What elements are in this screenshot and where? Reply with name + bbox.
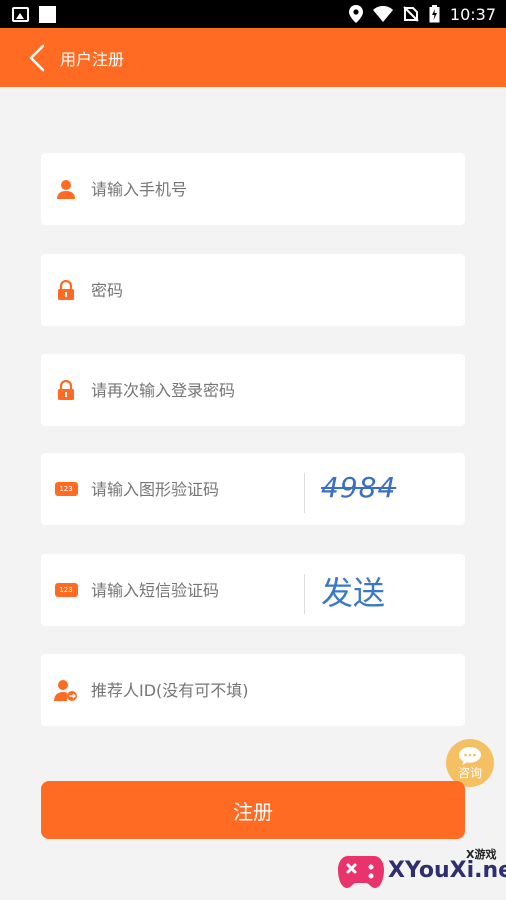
- chevron-left-icon: [29, 44, 45, 71]
- password-field-row: [41, 254, 465, 326]
- register-button[interactable]: 注册: [41, 781, 465, 839]
- wifi-icon: [372, 6, 393, 22]
- number-code-icon: 123: [54, 477, 78, 501]
- referrer-field-row: [41, 654, 465, 726]
- phone-field-row: [41, 153, 465, 225]
- notification-square-icon: [39, 5, 56, 23]
- divider: [304, 574, 305, 614]
- captcha-input[interactable]: [91, 479, 261, 499]
- back-button[interactable]: [12, 28, 62, 87]
- sms-code-field-row: 123 发送: [41, 554, 465, 626]
- battery-charging-icon: [429, 5, 440, 23]
- password-input[interactable]: [91, 280, 291, 300]
- page-title: 用户注册: [60, 49, 125, 69]
- referrer-input[interactable]: [91, 680, 291, 700]
- confirm-password-field-row: [41, 354, 465, 426]
- status-bar: 10:37: [0, 0, 506, 28]
- watermark-brand: XYouXi.net: [388, 858, 506, 883]
- chat-bubble-icon: [459, 746, 481, 765]
- user-icon: [54, 177, 78, 201]
- app-bar: 用户注册: [0, 28, 506, 87]
- referrer-user-icon: [54, 678, 78, 702]
- sms-code-input[interactable]: [91, 580, 261, 600]
- lock-icon: [54, 278, 78, 302]
- consult-label: 咨询: [457, 765, 482, 780]
- no-sim-icon: [403, 6, 419, 22]
- location-icon: [348, 5, 363, 23]
- status-time: 10:37: [449, 4, 496, 24]
- lock-icon: [54, 378, 78, 402]
- captcha-field-row: 123 4984: [41, 453, 465, 525]
- number-code-icon: 123: [54, 578, 78, 602]
- captcha-image[interactable]: 4984: [321, 471, 396, 504]
- consult-button[interactable]: 咨询: [446, 739, 494, 787]
- send-code-button[interactable]: 发送: [321, 568, 385, 614]
- confirm-password-input[interactable]: [91, 380, 291, 400]
- gamepad-logo-icon: [338, 856, 384, 888]
- phone-input[interactable]: [91, 179, 291, 199]
- divider: [304, 473, 305, 513]
- watermark: X游戏 XYouXi.net: [336, 842, 506, 898]
- gallery-notification-icon: [12, 6, 29, 22]
